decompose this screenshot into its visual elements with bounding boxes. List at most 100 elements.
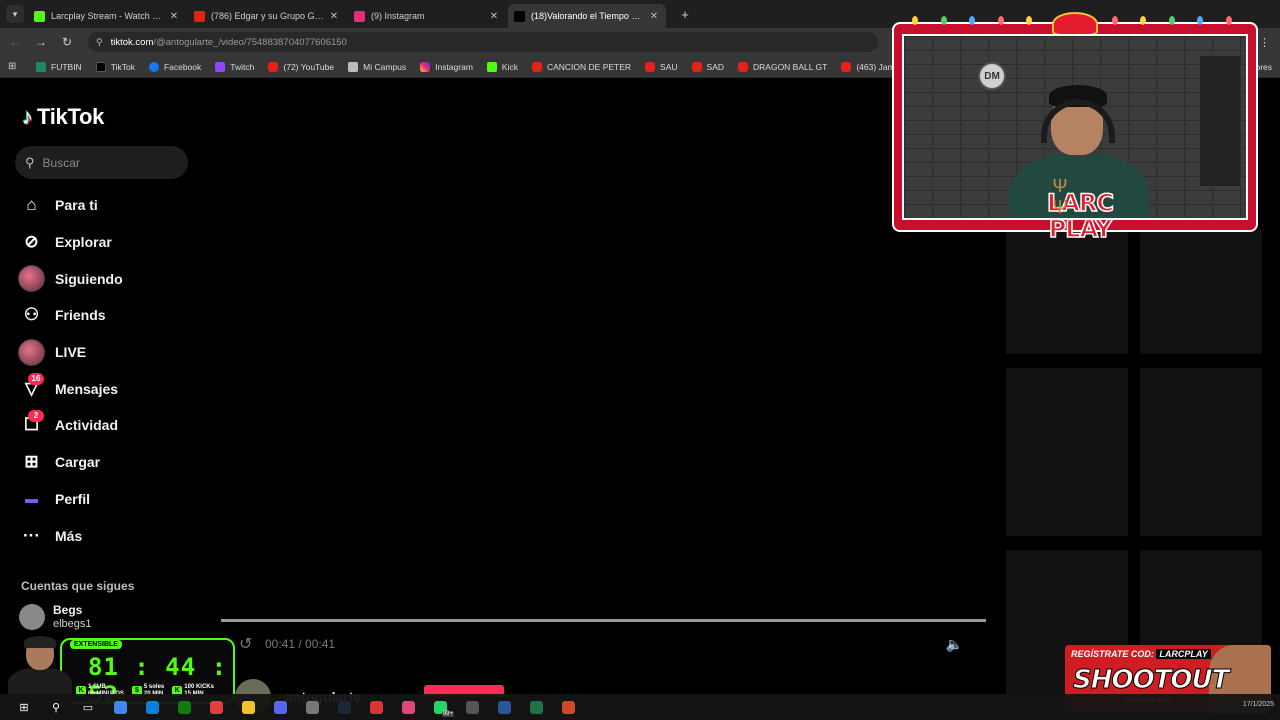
youtube-icon [194, 10, 205, 22]
facebook-icon [148, 61, 159, 72]
bookmark-label: Mi Campus [363, 61, 407, 72]
futbin-icon [36, 61, 46, 72]
bookmark-label: SAU [660, 61, 678, 72]
bookmark-item[interactable]: TikTok [95, 61, 135, 72]
following-avatar-icon [18, 265, 45, 293]
kick-icon [34, 10, 45, 22]
sidebar-item-live[interactable]: LIVE [18, 334, 198, 371]
excel-icon[interactable] [520, 696, 552, 718]
bookmark-item[interactable]: Kick [486, 61, 518, 72]
bookmark-item[interactable]: DRAGON BALL GT [738, 61, 828, 72]
media-icon[interactable] [200, 696, 232, 718]
bookmark-item[interactable]: SAU [645, 61, 678, 72]
replay-icon[interactable]: ↺ [239, 634, 252, 654]
site-info-icon[interactable]: ⚲ [96, 37, 103, 48]
sponsor-code-line: REGÍSTRATE COD: LARCPLAY [1071, 649, 1211, 659]
bookmark-item[interactable]: FUTBIN [36, 61, 82, 72]
video-thumbnail[interactable] [1006, 368, 1128, 536]
video-progress-bar[interactable] [221, 619, 986, 622]
explorer-icon[interactable] [232, 696, 264, 718]
sidebar-item-friends[interactable]: ⚇ Friends [18, 297, 198, 334]
home-icon: ⌂ [26, 195, 37, 215]
bookmark-label: (72) YouTube [283, 61, 335, 72]
word-icon[interactable] [488, 696, 520, 718]
bookmark-item[interactable]: Facebook [148, 61, 202, 72]
tiktok-logo-text: TikTok [37, 104, 105, 129]
following-account-handle: elbegs1 [53, 618, 92, 630]
search-box[interactable]: ⚲ [15, 146, 188, 179]
bookmark-label: FUTBIN [51, 61, 82, 72]
xbox-icon[interactable] [168, 696, 200, 718]
browser-tab[interactable]: (18)Valorando el Tiempo con M ✕ [508, 4, 666, 28]
sidebar-item-perfil[interactable]: ▬ Perfil [18, 481, 198, 518]
browser-tab[interactable]: (9) Instagram ✕ [348, 4, 506, 28]
sidebar-item-m-s[interactable]: ··· Más [18, 517, 198, 554]
edge-icon[interactable] [136, 696, 168, 718]
bookmark-label: Facebook [163, 61, 202, 72]
sidebar-item-explorar[interactable]: ⊘ Explorar [18, 224, 198, 261]
discord-icon[interactable] [264, 696, 296, 718]
reload-icon[interactable]: ↻ [56, 35, 78, 49]
sidebar-item-siguiendo[interactable]: Siguiendo [18, 260, 198, 297]
compass-icon: ⊘ [24, 232, 39, 252]
browser-tab[interactable]: Larcplay Stream - Watch Live on Kick ✕ [28, 4, 186, 28]
bookmark-label: CANCION DE PETER [546, 61, 632, 72]
bookmark-item[interactable]: SAD [691, 61, 725, 72]
steam-icon[interactable] [328, 696, 360, 718]
bookmark-item[interactable]: CANCION DE PETER [531, 61, 632, 72]
app2-icon[interactable] [392, 696, 424, 718]
powerpoint-icon[interactable] [552, 696, 584, 718]
volume-icon[interactable]: 🔈 [946, 636, 963, 653]
windows-icon[interactable]: ⊞ [8, 696, 40, 718]
calculator-icon[interactable] [456, 696, 488, 718]
video-player[interactable]: ↺ 00:41 / 00:41 🔈 antogularte [205, 79, 995, 720]
tab-search-menu-icon[interactable]: ▾ [6, 5, 24, 23]
bookmark-item[interactable]: (72) YouTube [268, 61, 335, 72]
sidebar-item-mensajes[interactable]: ▽ 16 Mensajes [18, 370, 198, 407]
video-thumbnail[interactable] [1140, 229, 1262, 354]
sidebar-item-cargar[interactable]: ⊞ Cargar [18, 444, 198, 481]
christmas-bow [1052, 12, 1098, 36]
new-tab-button[interactable]: + [676, 5, 694, 23]
speed-icon[interactable] [360, 696, 392, 718]
tab-title: (18)Valorando el Tiempo con M [531, 11, 644, 21]
back-icon[interactable]: ← [4, 35, 26, 49]
twitch-icon [215, 61, 226, 72]
address-bar[interactable]: ⚲ tiktok.com/@antogularte_/video/7548838… [88, 32, 878, 52]
browser-menu-icon[interactable]: ⋮ [1259, 36, 1270, 49]
tiktok-logo[interactable]: ♪ TikTok [22, 104, 104, 130]
following-account-item[interactable]: Begs elbegs1 [19, 603, 92, 631]
sidebar-nav: ⌂ Para ti ⊘ Explorar Siguiendo ⚇ Friends LIVE ▽ 1… [18, 187, 198, 554]
chrome-icon[interactable] [104, 696, 136, 718]
bookmark-item[interactable]: Twitch [215, 61, 254, 72]
app-icon[interactable] [296, 696, 328, 718]
forward-icon[interactable]: → [30, 35, 52, 49]
bookmark-item[interactable]: Mi Campus [348, 61, 407, 72]
close-icon[interactable]: ✕ [328, 11, 340, 22]
bookmark-label: DRAGON BALL GT [753, 61, 828, 72]
close-icon[interactable]: ✕ [488, 11, 500, 22]
tab-title: Larcplay Stream - Watch Live on Kick [51, 11, 164, 21]
sidebar-item-label: Mensajes [55, 380, 119, 397]
video-thumbnail[interactable] [1140, 368, 1262, 536]
sponsor-code-label: REGÍSTRATE COD: [1071, 649, 1154, 659]
sidebar-item-actividad[interactable]: ☐ 2 Actividad [18, 407, 198, 444]
search-icon[interactable]: ⚲ [40, 696, 72, 718]
sidebar-item-label: Perfil [55, 490, 91, 507]
antlers-icon: Ψ Ψ [1052, 176, 1108, 217]
close-icon[interactable]: ✕ [168, 11, 180, 22]
instagram-icon [420, 61, 431, 72]
search-input[interactable] [42, 155, 173, 170]
taskbar-clock[interactable]: 17/1/2025 [1243, 701, 1274, 708]
bookmark-list: FUTBIN TikTok Facebook Twitch (72) YouTube Mi… [36, 61, 1009, 72]
taskview-icon[interactable]: ▭ [72, 696, 104, 718]
browser-tab[interactable]: (786) Edgar y su Grupo Galaxia ✕ [188, 4, 346, 28]
close-icon[interactable]: ✕ [648, 11, 660, 22]
sidebar-item-para-ti[interactable]: ⌂ Para ti [18, 187, 198, 224]
bookmark-item[interactable]: Instagram [420, 61, 473, 72]
following-account-name: Begs [53, 603, 83, 617]
whatsapp-icon[interactable]: 99+ [424, 696, 456, 718]
apps-grid-icon[interactable]: ⊞ [8, 61, 22, 72]
bookmark-label: SAD [706, 61, 725, 72]
youtube-icon [645, 61, 656, 72]
